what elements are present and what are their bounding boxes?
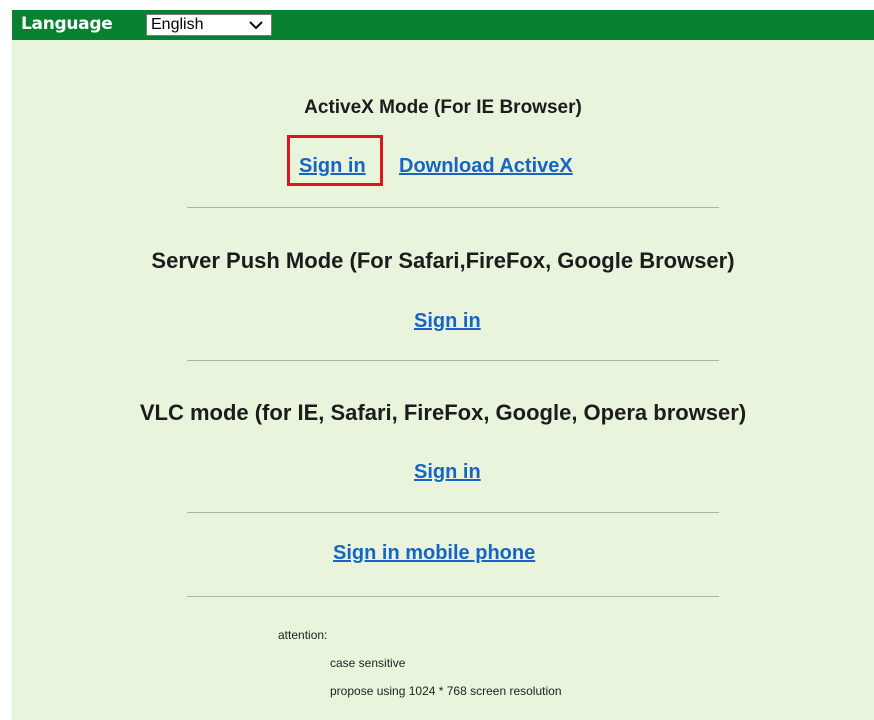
language-bar: Language English [12,10,874,40]
chevron-down-icon [249,18,263,36]
language-select[interactable]: English [146,14,272,36]
attention-title: attention: [278,628,328,642]
mobile-sign-in-link[interactable]: Sign in mobile phone [333,542,535,565]
activex-heading: ActiveX Mode (For IE Browser) [304,97,582,118]
divider [187,596,719,597]
login-page: Language English ActiveX Mode (For IE Br… [12,10,874,720]
attention-item: case sensitive [330,656,406,670]
language-label: Language [21,14,113,34]
download-activex-link[interactable]: Download ActiveX [399,155,573,178]
vlc-sign-in-link[interactable]: Sign in [414,461,481,484]
divider [187,360,719,361]
attention-item: propose using 1024 * 768 screen resoluti… [330,684,562,698]
divider [187,207,719,208]
activex-sign-in-link[interactable]: Sign in [299,155,366,178]
server-push-heading: Server Push Mode (For Safari,FireFox, Go… [151,248,735,273]
language-select-value: English [151,16,204,33]
server-push-sign-in-link[interactable]: Sign in [414,310,481,333]
divider [187,512,719,513]
vlc-heading: VLC mode (for IE, Safari, FireFox, Googl… [139,400,747,425]
